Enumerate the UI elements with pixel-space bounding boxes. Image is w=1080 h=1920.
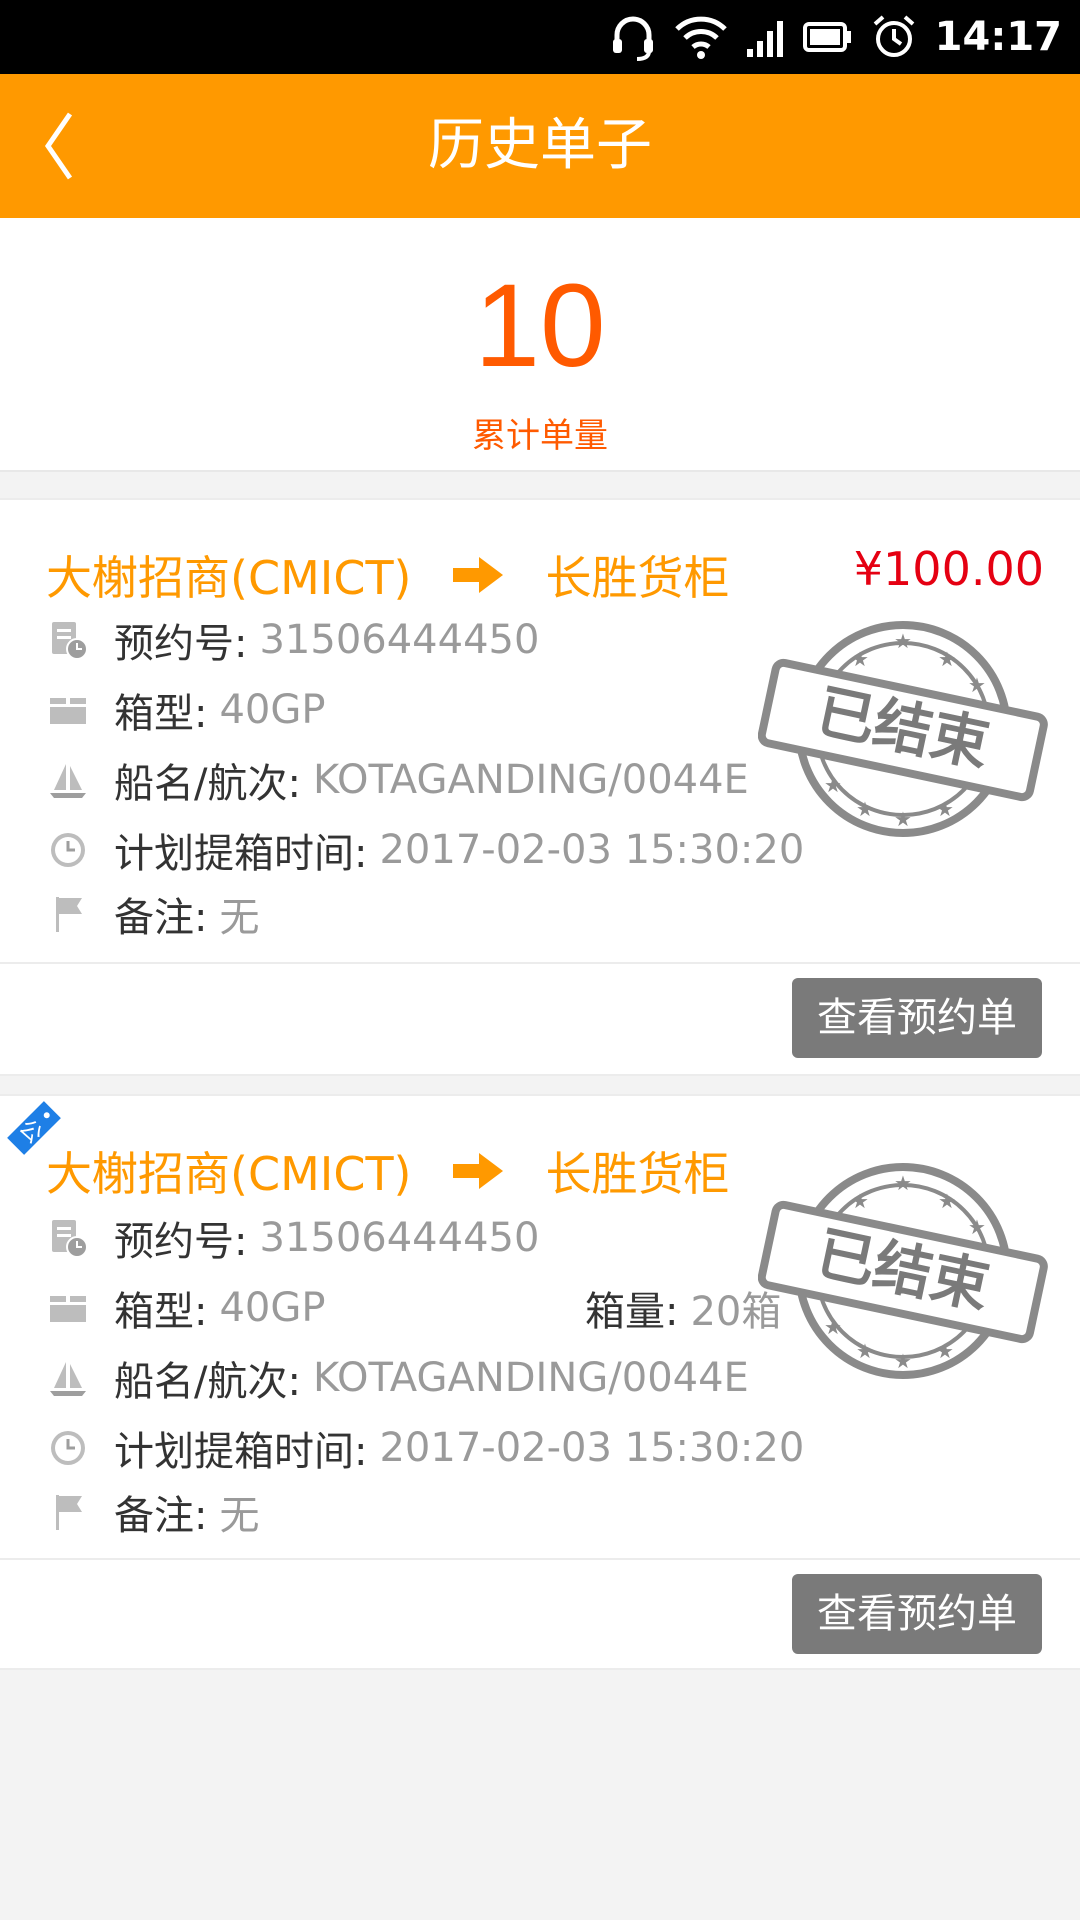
svg-text:★: ★ xyxy=(824,773,842,797)
remark-row: 备注: 无 xyxy=(48,886,259,942)
svg-text:★: ★ xyxy=(936,1339,954,1363)
svg-text:★: ★ xyxy=(938,647,956,671)
arrow-right-icon xyxy=(453,557,504,593)
route: 大榭招商(CMICT) 长胜货柜 xyxy=(46,1138,729,1204)
remark: 无 xyxy=(219,895,260,941)
finished-stamp: ★★★★ ★★ ★ ★ 已结束 xyxy=(758,1163,1048,1379)
booking-number: 31506444450 xyxy=(259,1215,540,1261)
app-header: 历史单子 xyxy=(0,74,1080,218)
remark-row: 备注: 无 xyxy=(48,1484,259,1540)
clock-icon xyxy=(51,1431,85,1465)
container-qty-label: 箱量: xyxy=(585,1289,679,1335)
order-summary: 10 累计单量 xyxy=(0,218,1080,472)
svg-text:★: ★ xyxy=(968,1215,986,1239)
page-title: 历史单子 xyxy=(428,113,652,178)
document-clock-icon xyxy=(52,622,88,660)
vessel-label: 船名/航次: xyxy=(114,1359,301,1405)
container-icon xyxy=(50,1296,86,1322)
ship-icon xyxy=(50,1362,86,1396)
signal-icon xyxy=(746,21,783,57)
booking-row: 预约号: 31506444450 xyxy=(48,612,539,668)
route-from: 大榭招商(CMICT) xyxy=(46,1147,412,1201)
container-type-row: 箱型: 40GP xyxy=(48,1280,326,1336)
pickup-time-row: 计划提箱时间: 2017-02-03 15:30:20 xyxy=(48,822,804,878)
arrow-right-icon xyxy=(453,1153,504,1189)
svg-text:★: ★ xyxy=(894,807,912,831)
flag-icon xyxy=(56,1495,82,1530)
remark-label: 备注: xyxy=(114,895,208,941)
svg-text:★: ★ xyxy=(894,1171,912,1195)
booking-number: 31506444450 xyxy=(259,617,540,663)
battery-icon xyxy=(802,22,851,52)
flag-icon xyxy=(56,897,82,932)
svg-text:★: ★ xyxy=(968,673,986,697)
remark: 无 xyxy=(219,1493,260,1539)
pickup-time-label: 计划提箱时间: xyxy=(114,1429,368,1475)
svg-text:★: ★ xyxy=(894,1349,912,1373)
wifi-icon xyxy=(674,16,727,59)
remark-label: 备注: xyxy=(114,1493,208,1539)
container-type-label: 箱型: xyxy=(114,1289,208,1335)
order-card: 公 大榭招商(CMICT) 长胜货柜 预约号: 31506444450 箱型: … xyxy=(0,1094,1080,1670)
route-from: 大榭招商(CMICT) xyxy=(46,551,412,605)
svg-text:★: ★ xyxy=(856,797,874,821)
status-bar: 14:17 xyxy=(0,0,1080,74)
route: 大榭招商(CMICT) 长胜货柜 xyxy=(46,542,729,608)
vessel-label: 船名/航次: xyxy=(114,761,301,807)
route-to: 长胜货柜 xyxy=(545,1147,730,1201)
pickup-time-row: 计划提箱时间: 2017-02-03 15:30:20 xyxy=(48,1420,804,1476)
alarm-icon xyxy=(873,15,914,57)
container-type-label: 箱型: xyxy=(114,691,208,737)
pickup-time: 2017-02-03 15:30:20 xyxy=(379,1425,805,1471)
vessel-voyage: KOTAGANDING/0044E xyxy=(312,757,749,803)
svg-text:★: ★ xyxy=(851,647,869,671)
pickup-time: 2017-02-03 15:30:20 xyxy=(379,827,805,873)
document-clock-icon xyxy=(52,1220,88,1258)
route-to: 长胜货柜 xyxy=(545,551,730,605)
vessel-row: 船名/航次: KOTAGANDING/0044E xyxy=(48,1350,749,1406)
total-order-caption: 累计单量 xyxy=(472,416,608,456)
clock: 14:17 xyxy=(934,14,1062,60)
vessel-voyage: KOTAGANDING/0044E xyxy=(312,1355,749,1401)
container-type: 40GP xyxy=(219,1285,326,1331)
pickup-time-label: 计划提箱时间: xyxy=(114,831,368,877)
svg-text:★: ★ xyxy=(856,1339,874,1363)
container-icon xyxy=(50,698,86,724)
svg-text:★: ★ xyxy=(936,797,954,821)
svg-text:★: ★ xyxy=(824,1315,842,1339)
view-booking-button[interactable]: 查看预约单 xyxy=(792,978,1042,1058)
svg-text:★: ★ xyxy=(851,1189,869,1213)
container-type-row: 箱型: 40GP xyxy=(48,682,326,738)
booking-label: 预约号: xyxy=(114,1219,248,1265)
booking-label: 预约号: xyxy=(114,621,248,667)
vessel-row: 船名/航次: KOTAGANDING/0044E xyxy=(48,752,749,808)
card-divider xyxy=(0,962,1080,964)
card-divider xyxy=(0,1558,1080,1560)
svg-text:★: ★ xyxy=(938,1189,956,1213)
clock-icon xyxy=(51,833,85,867)
container-qty-row: 箱量: 20箱 xyxy=(585,1280,781,1336)
order-card: 大榭招商(CMICT) 长胜货柜 ¥100.00 预约号: 3150644445… xyxy=(0,498,1080,1076)
ship-icon xyxy=(50,764,86,798)
view-booking-button[interactable]: 查看预约单 xyxy=(792,1574,1042,1654)
order-price: ¥100.00 xyxy=(853,542,1044,596)
container-type: 40GP xyxy=(219,687,326,733)
booking-row: 预约号: 31506444450 xyxy=(48,1210,539,1266)
finished-stamp: ★★★★ ★★ ★ ★ 已结束 xyxy=(758,621,1048,837)
svg-text:★: ★ xyxy=(894,629,912,653)
headset-icon xyxy=(612,16,653,61)
total-order-count: 10 xyxy=(474,260,606,392)
